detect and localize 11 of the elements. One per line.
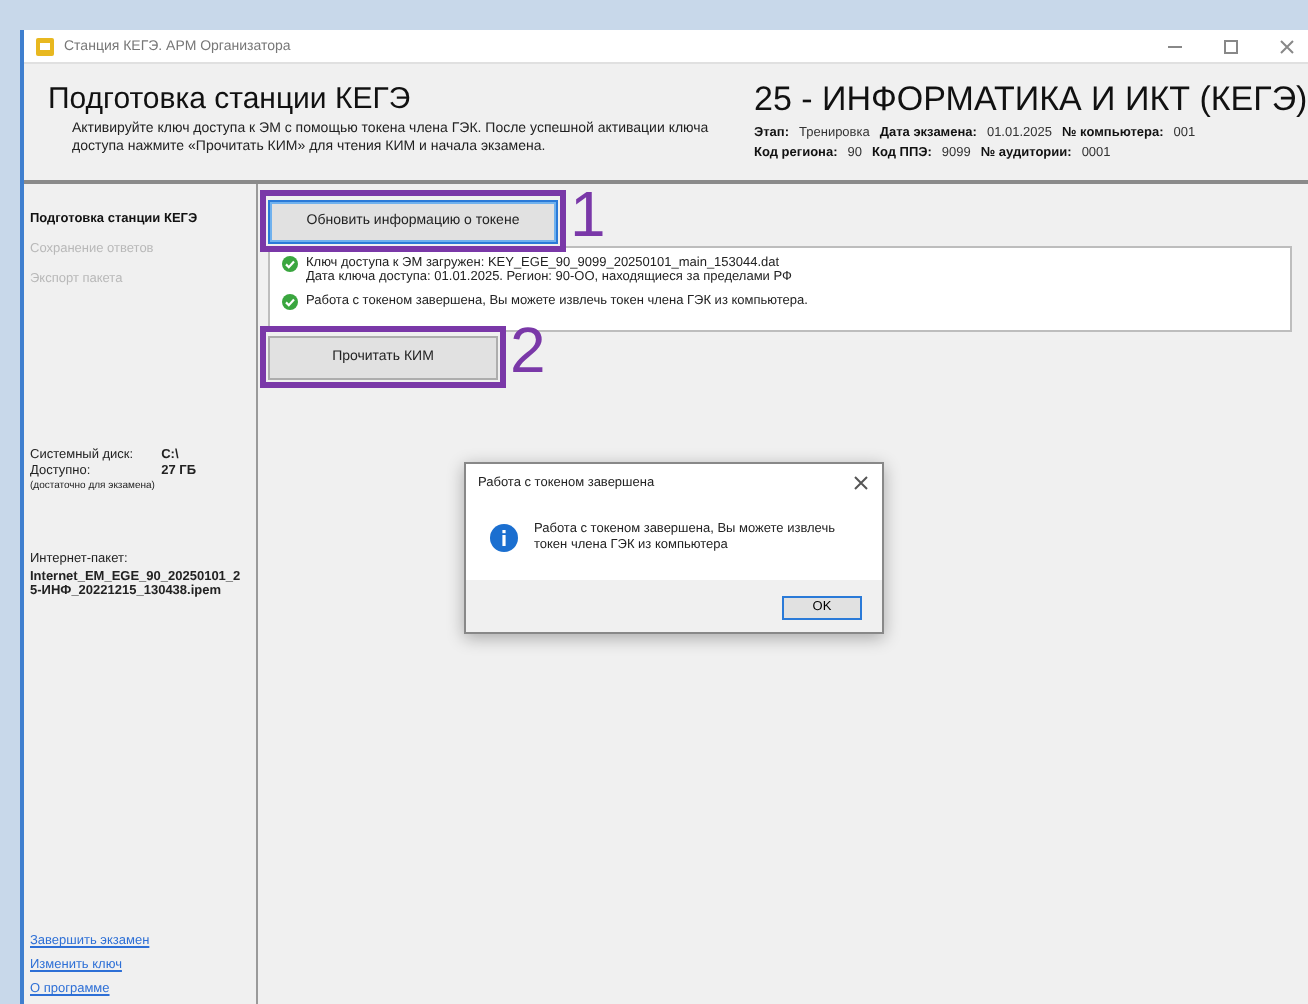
subject-title: 25 - ИНФОРМАТИКА И ИКТ (КЕГЭ): [754, 80, 1308, 120]
close-icon[interactable]: [1278, 37, 1296, 55]
info-icon: [490, 524, 518, 553]
check-icon: [282, 294, 298, 311]
close-icon[interactable]: [852, 474, 870, 492]
page-title: Подготовка станции КЕГЭ: [48, 82, 413, 116]
maximize-icon[interactable]: [1222, 37, 1240, 55]
annotation-number: 2: [510, 318, 546, 383]
check-icon: [282, 255, 298, 271]
app-icon: [36, 37, 54, 55]
annotation-number: 1: [570, 182, 606, 246]
